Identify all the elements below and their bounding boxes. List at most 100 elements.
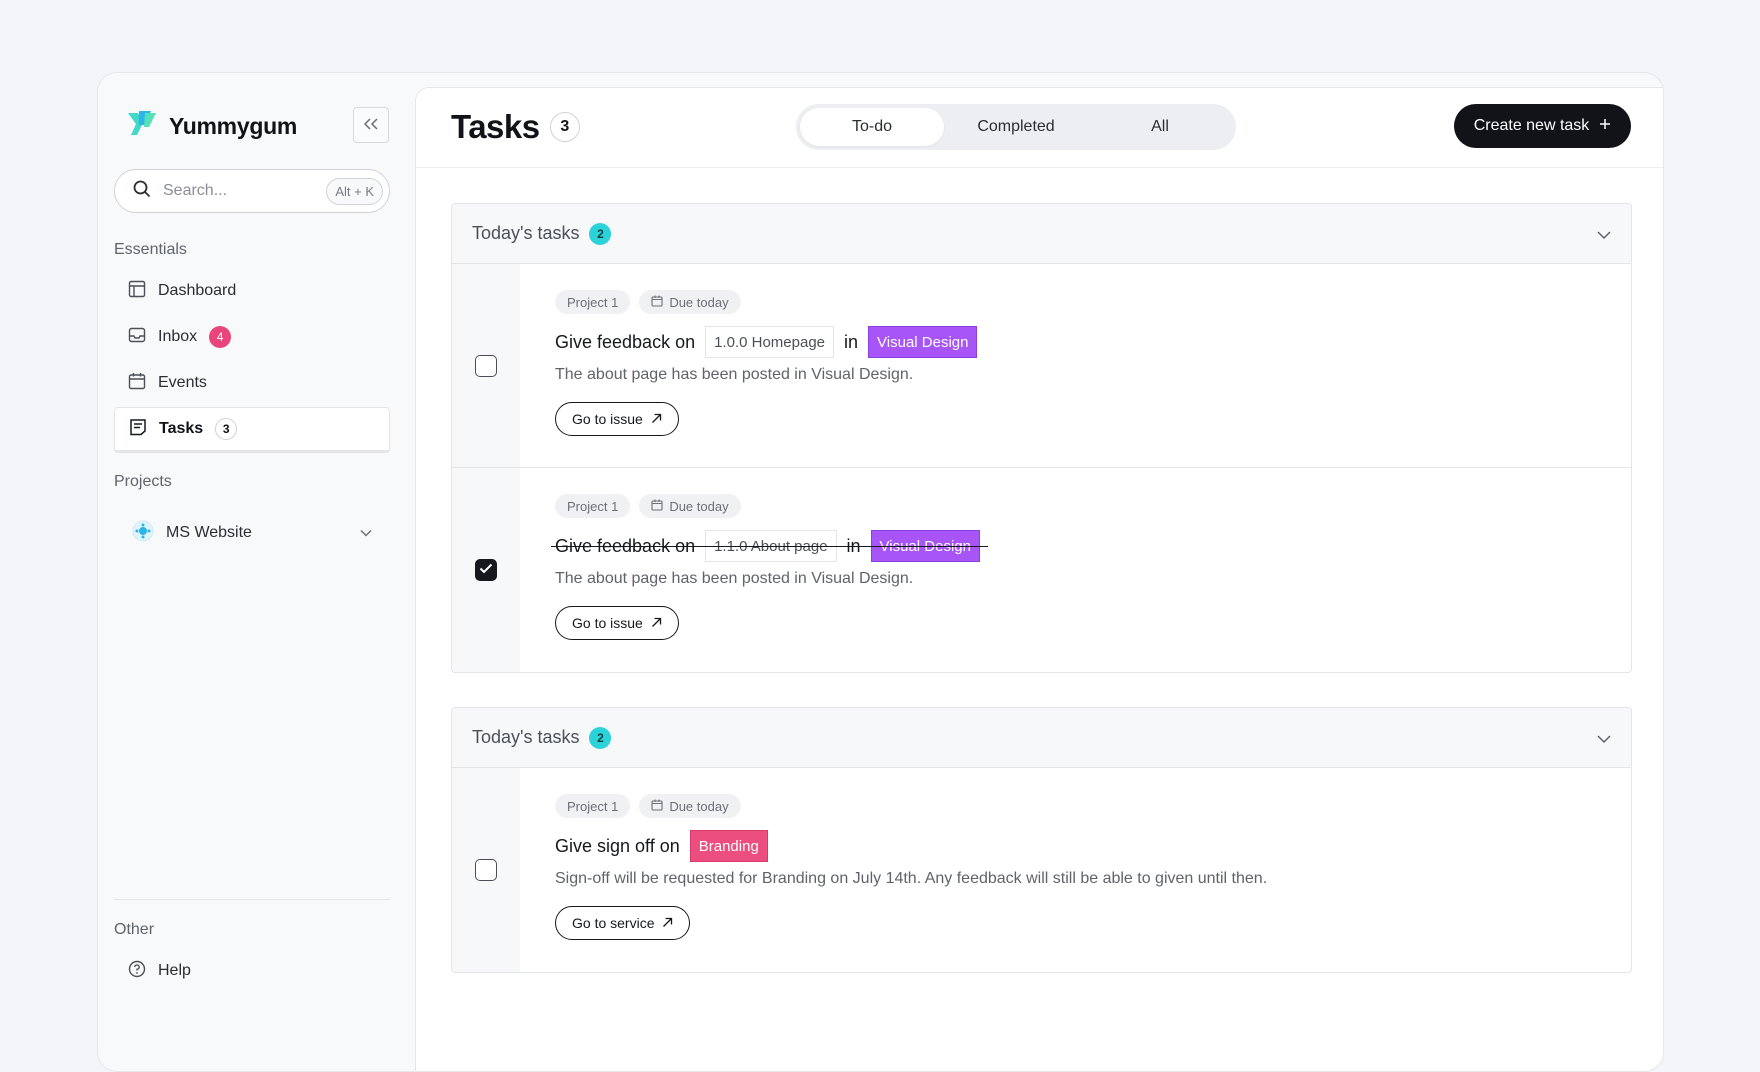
task-in-text: in [846,535,861,556]
task-text: Give feedback on [555,535,696,556]
project-label: MS Website [166,524,252,541]
plus-icon [1599,117,1611,135]
inbox-count-badge: 4 [209,326,232,348]
checkmark-icon [479,561,493,579]
task-description: Sign-off will be requested for Branding … [555,870,1268,887]
sidebar-item-label: Inbox [158,328,198,345]
sidebar-item-label: Tasks [159,420,204,437]
task-group-title: Today's tasks [472,223,580,243]
go-to-issue-button[interactable]: Go to issue [555,606,679,640]
project-chip: Project 1 [555,290,631,314]
layout-icon [128,280,146,303]
chevrons-left-icon [363,117,379,134]
page-title: Tasks 3 [451,108,580,146]
yummygum-logo-icon [125,107,159,146]
create-new-task-label: Create new task [1473,117,1590,134]
task-group: Today's tasks 2 Project 1 Due today Give… [451,203,1632,673]
task-group-title: Today's tasks [472,727,580,747]
tasks-icon [129,418,147,441]
task-checkbox-cell [452,768,520,972]
sidebar-item-inbox[interactable]: Inbox 4 [114,315,390,359]
project-chip: Project 1 [555,494,631,518]
task-title-completed: Give feedback on 1.1.0 About page in Vis… [551,530,988,562]
search-icon [133,180,151,203]
other-section-label: Other [114,921,155,938]
calendar-icon [651,295,663,310]
tab-completed[interactable]: Completed [944,108,1088,146]
task-row: Project 1 Due today Give feedback on 1.0… [452,264,1631,468]
task-group-header[interactable]: Today's tasks 2 [452,204,1631,264]
task-category-tag[interactable]: Visual Design [868,326,978,358]
task-filter-tabs: To-do Completed All [796,104,1236,150]
sidebar-project-ms-website[interactable]: MS Website [114,511,390,555]
calendar-icon [128,372,146,395]
search-input[interactable] [163,182,327,200]
search-bar: Alt + K [114,169,390,213]
page-title-text: Tasks [451,108,540,145]
task-title: Give feedback on 1.0.0 Homepage in Visua… [555,326,978,358]
arrow-up-right-icon [651,615,662,631]
main-panel: Tasks 3 To-do Completed All Create new t… [415,87,1663,1071]
task-body: Project 1 Due today Give feedback on 1.1… [520,468,1631,672]
task-category-tag[interactable]: Branding [689,830,768,862]
sidebar-item-help[interactable]: Help [114,949,390,993]
task-group-count: 2 [589,222,612,245]
task-text: Give feedback on [555,331,696,352]
brand-name: Yummygum [169,113,297,139]
projects-section-label: Projects [114,473,172,490]
sidebar-item-tasks[interactable]: Tasks 3 [114,407,390,453]
sidebar-item-label: Events [158,374,207,391]
due-chip: Due today [639,794,741,818]
task-checkbox[interactable] [475,354,497,377]
chevron-down-icon[interactable] [1597,223,1611,244]
task-body: Project 1 Due today Give feedback on 1.0… [520,264,1631,467]
task-title: Give sign off on Branding [555,830,768,862]
task-description: The about page has been posted in Visual… [555,366,914,383]
search-shortcut-badge: Alt + K [326,177,383,205]
task-row: Project 1 Due today Give sign off on Bra… [452,768,1631,972]
due-label: Due today [669,498,729,514]
tasks-total-badge: 3 [549,112,580,142]
tab-todo[interactable]: To-do [800,108,944,146]
task-target-tag[interactable]: 1.1.0 About page [705,530,837,562]
brand[interactable]: Yummygum [125,107,297,146]
task-row: Project 1 Due today Give feedback on 1.1… [452,468,1631,672]
sidebar-divider [114,899,390,900]
task-in-text: in [844,331,859,352]
app-window: Yummygum Alt + K Essentials Dashboard [97,72,1664,1072]
tab-all[interactable]: All [1088,108,1232,146]
task-group-count: 2 [589,726,612,749]
task-group: Today's tasks 2 Project 1 Due today Give… [451,707,1632,973]
project-avatar-icon [132,520,154,547]
arrow-up-right-icon [651,411,662,427]
due-label: Due today [669,294,729,310]
help-icon [128,960,146,983]
create-new-task-button[interactable]: Create new task [1454,104,1631,148]
task-description: The about page has been posted in Visual… [555,570,914,587]
action-label: Go to issue [572,615,643,631]
action-label: Go to service [572,915,655,931]
project-chip: Project 1 [555,794,631,818]
page-header: Tasks 3 To-do Completed All Create new t… [416,88,1663,168]
arrow-up-right-icon [662,915,673,931]
due-chip: Due today [639,290,741,314]
task-checkbox-checked[interactable] [475,559,497,581]
collapse-sidebar-button[interactable] [353,107,389,143]
calendar-icon [651,799,663,814]
task-checkbox[interactable] [475,859,497,881]
calendar-icon [651,499,663,514]
sidebar-item-dashboard[interactable]: Dashboard [114,269,390,313]
task-body: Project 1 Due today Give sign off on Bra… [520,768,1631,972]
due-label: Due today [669,798,729,814]
task-category-tag[interactable]: Visual Design [870,530,980,562]
sidebar-item-label: Dashboard [158,282,237,299]
chevron-down-icon[interactable] [1597,727,1611,748]
due-chip: Due today [639,494,741,518]
go-to-service-button[interactable]: Go to service [555,906,691,940]
task-target-tag[interactable]: 1.0.0 Homepage [705,326,835,358]
chevron-down-icon[interactable] [360,524,372,542]
task-checkbox-cell [452,264,520,467]
sidebar-item-events[interactable]: Events [114,361,390,405]
go-to-issue-button[interactable]: Go to issue [555,402,679,436]
task-group-header[interactable]: Today's tasks 2 [452,708,1631,768]
